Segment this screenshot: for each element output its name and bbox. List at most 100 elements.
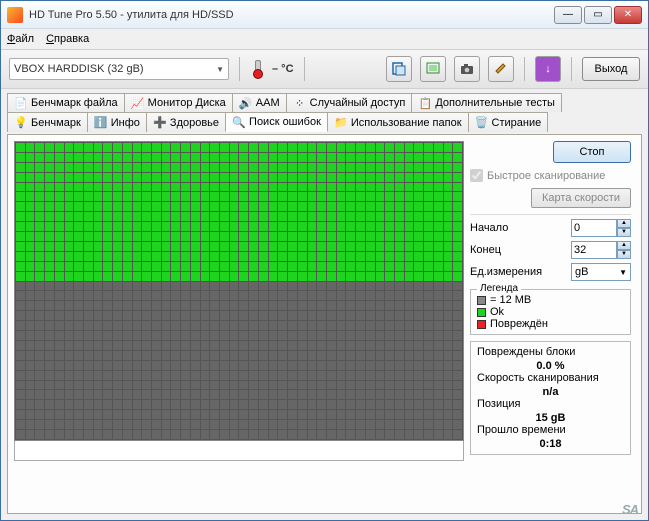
block-cell bbox=[278, 361, 287, 370]
block-cell bbox=[453, 262, 462, 271]
clipboard-icon: 📋 bbox=[418, 96, 432, 110]
block-cell bbox=[376, 430, 385, 439]
block-cell bbox=[317, 361, 326, 370]
block-cell bbox=[405, 212, 414, 221]
block-cell bbox=[16, 282, 25, 291]
block-cell bbox=[55, 153, 64, 162]
end-spinner[interactable]: ▲▼ bbox=[571, 241, 631, 259]
maximize-button[interactable]: ▭ bbox=[584, 6, 612, 24]
copy-screenshot-button[interactable] bbox=[420, 56, 446, 82]
block-cell bbox=[35, 390, 44, 399]
tab-health[interactable]: ➕Здоровье bbox=[146, 112, 226, 132]
block-cell bbox=[434, 183, 443, 192]
block-cell bbox=[133, 351, 142, 360]
start-input[interactable] bbox=[571, 219, 617, 237]
block-cell bbox=[239, 331, 248, 340]
app-icon bbox=[7, 7, 23, 23]
minimize-button[interactable]: — bbox=[554, 6, 582, 24]
block-cell bbox=[298, 153, 307, 162]
scan-params: Начало ▲▼ Конец ▲▼ Ед.измерения bbox=[470, 214, 631, 281]
progress-slider[interactable] bbox=[14, 441, 464, 461]
block-cell bbox=[249, 173, 258, 182]
block-cell bbox=[337, 381, 346, 390]
block-cell bbox=[308, 371, 317, 380]
spin-up[interactable]: ▲ bbox=[617, 219, 631, 228]
block-cell bbox=[123, 272, 132, 281]
block-cell bbox=[162, 143, 171, 152]
block-cell bbox=[376, 351, 385, 360]
tab-erase[interactable]: 🗑️Стирание bbox=[468, 112, 549, 132]
block-cell bbox=[453, 282, 462, 291]
copy-info-button[interactable] bbox=[386, 56, 412, 82]
block-cell bbox=[346, 153, 355, 162]
file-icon: 📄 bbox=[14, 96, 28, 110]
tab-disk-monitor[interactable]: 📈Монитор Диска bbox=[124, 93, 233, 112]
block-cell bbox=[220, 321, 229, 330]
block-cell bbox=[94, 143, 103, 152]
block-cell bbox=[35, 163, 44, 172]
block-cell bbox=[298, 143, 307, 152]
tab-extra-tests[interactable]: 📋Дополнительные тесты bbox=[411, 93, 562, 112]
block-cell bbox=[220, 242, 229, 251]
block-cell bbox=[84, 390, 93, 399]
block-cell bbox=[94, 381, 103, 390]
block-cell bbox=[366, 311, 375, 320]
block-cell bbox=[346, 272, 355, 281]
settings-button[interactable] bbox=[488, 56, 514, 82]
block-cell bbox=[444, 351, 453, 360]
block-cell bbox=[327, 232, 336, 241]
block-cell bbox=[181, 301, 190, 310]
block-cell bbox=[346, 202, 355, 211]
block-cell bbox=[249, 282, 258, 291]
tab-error-scan[interactable]: 🔍Поиск ошибок bbox=[225, 112, 328, 132]
block-cell bbox=[210, 420, 219, 429]
block-cell bbox=[269, 252, 278, 261]
block-cell bbox=[444, 222, 453, 231]
tab-folder-usage[interactable]: 📁Использование папок bbox=[327, 112, 469, 132]
end-input[interactable] bbox=[571, 241, 617, 259]
tab-info[interactable]: ℹ️Инфо bbox=[87, 112, 147, 132]
block-cell bbox=[65, 331, 74, 340]
block-cell bbox=[366, 232, 375, 241]
block-cell bbox=[65, 351, 74, 360]
block-cell bbox=[201, 272, 210, 281]
tab-file-benchmark[interactable]: 📄Бенчмарк файла bbox=[7, 93, 125, 112]
block-cell bbox=[152, 163, 161, 172]
drive-selector[interactable]: VBOX HARDDISK (32 gB) ▼ bbox=[9, 58, 229, 80]
block-cell bbox=[239, 390, 248, 399]
screenshot-button[interactable] bbox=[454, 56, 480, 82]
block-cell bbox=[210, 282, 219, 291]
block-cell bbox=[395, 163, 404, 172]
close-button[interactable]: ✕ bbox=[614, 6, 642, 24]
block-cell bbox=[356, 212, 365, 221]
unit-select[interactable]: gB ▼ bbox=[571, 263, 631, 281]
speed-map-button[interactable]: Карта скорости bbox=[531, 188, 631, 208]
start-spinner[interactable]: ▲▼ bbox=[571, 219, 631, 237]
block-cell bbox=[152, 420, 161, 429]
block-cell bbox=[395, 420, 404, 429]
spin-up[interactable]: ▲ bbox=[617, 241, 631, 250]
block-cell bbox=[308, 430, 317, 439]
menu-help[interactable]: Справка bbox=[46, 33, 89, 45]
tab-random-access[interactable]: ⁘Случайный доступ bbox=[286, 93, 413, 112]
block-cell bbox=[259, 371, 268, 380]
block-cell bbox=[152, 282, 161, 291]
stop-button[interactable]: Стоп bbox=[553, 141, 631, 163]
tab-benchmark[interactable]: 💡Бенчмарк bbox=[7, 112, 88, 132]
block-cell bbox=[26, 212, 35, 221]
block-cell bbox=[26, 381, 35, 390]
block-cell bbox=[453, 371, 462, 380]
block-cell bbox=[395, 143, 404, 152]
block-cell bbox=[385, 410, 394, 419]
block-cell bbox=[405, 183, 414, 192]
block-cell bbox=[65, 321, 74, 330]
block-cell bbox=[133, 331, 142, 340]
spin-down[interactable]: ▼ bbox=[617, 250, 631, 259]
menu-file[interactable]: Файл bbox=[7, 33, 34, 45]
quick-scan-checkbox[interactable] bbox=[470, 169, 483, 182]
spin-down[interactable]: ▼ bbox=[617, 228, 631, 237]
save-button[interactable]: ↓ bbox=[535, 56, 561, 82]
exit-button[interactable]: Выход bbox=[582, 57, 640, 81]
tab-aam[interactable]: 🔊AAM bbox=[232, 93, 287, 112]
block-cell bbox=[395, 371, 404, 380]
